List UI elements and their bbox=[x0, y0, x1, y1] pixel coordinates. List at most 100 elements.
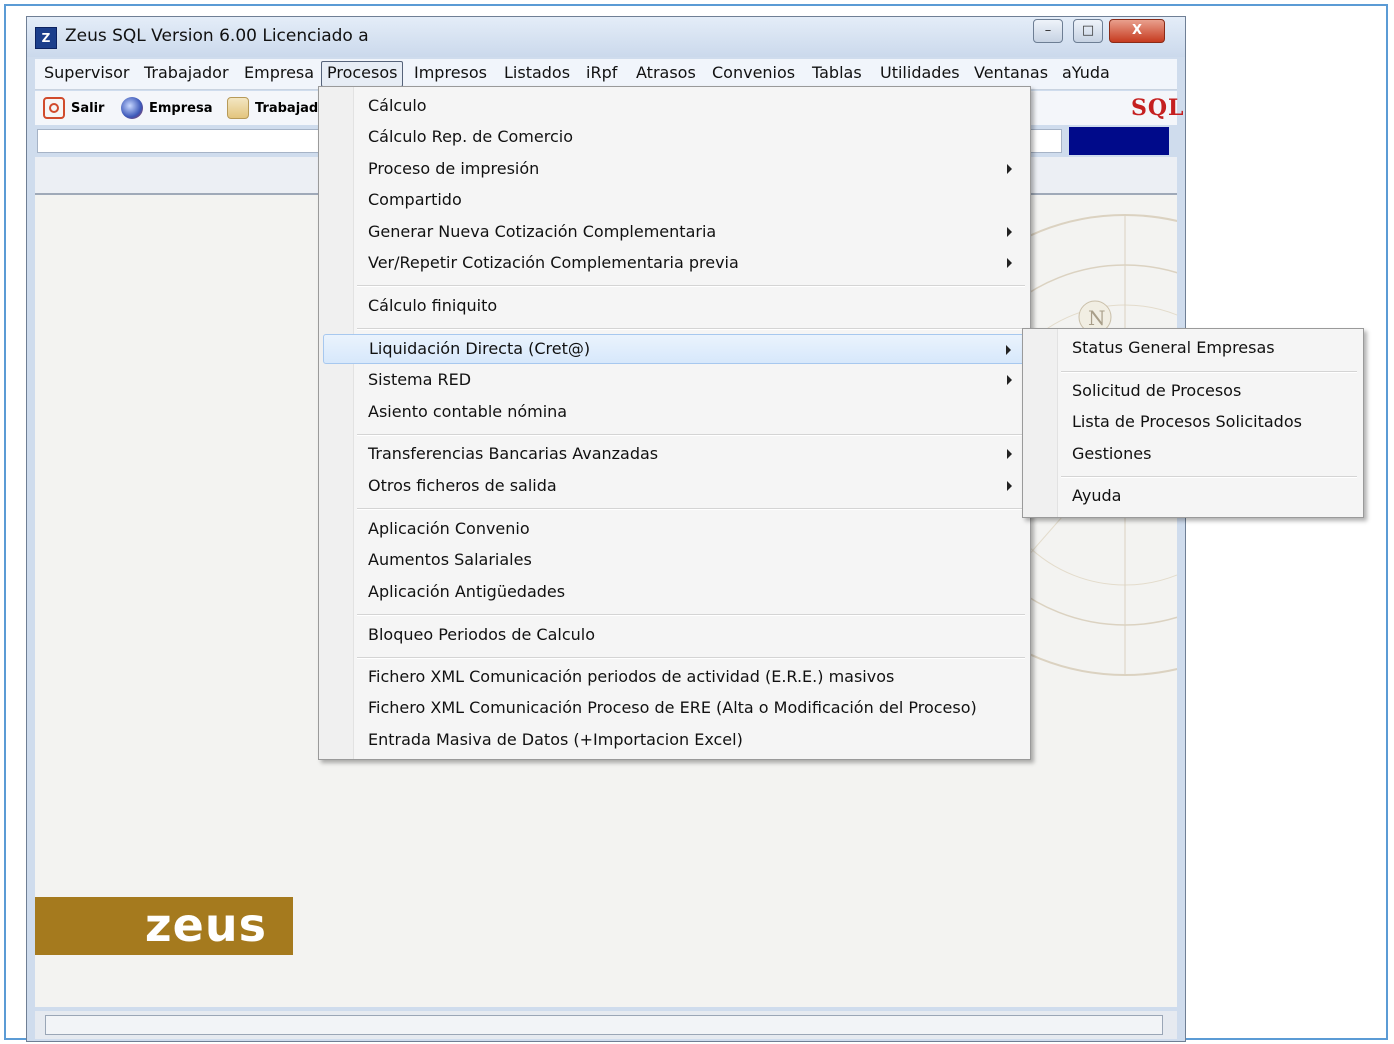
menu-item-proceso-impresion[interactable]: Proceso de impresión bbox=[323, 154, 1026, 184]
menu-tablas[interactable]: Tablas bbox=[807, 61, 867, 85]
menu-empresa[interactable]: Empresa bbox=[239, 61, 319, 85]
liquidacion-submenu: Status General Empresas Solicitud de Pro… bbox=[1022, 328, 1364, 518]
title-bar: Z Zeus SQL Version 6.00 Licenciado a – □… bbox=[27, 17, 1185, 57]
menu-item-calculo-rep-comercio[interactable]: Cálculo Rep. de Comercio bbox=[323, 122, 1026, 152]
worker-icon bbox=[227, 97, 249, 119]
menu-item-transferencias-bancarias[interactable]: Transferencias Bancarias Avanzadas bbox=[323, 439, 1026, 469]
empresa-button[interactable]: Empresa bbox=[121, 95, 212, 121]
maximize-button[interactable]: □ bbox=[1073, 19, 1103, 43]
menu-item-aumentos-salariales[interactable]: Aumentos Salariales bbox=[323, 545, 1026, 575]
submenu-item-ayuda[interactable]: Ayuda bbox=[1027, 481, 1359, 511]
menu-item-label: Aplicación Convenio bbox=[368, 519, 530, 538]
salir-label: Salir bbox=[71, 100, 105, 116]
submenu-item-label: Ayuda bbox=[1072, 486, 1122, 505]
menu-item-generar-cotizacion[interactable]: Generar Nueva Cotización Complementaria bbox=[323, 217, 1026, 247]
trabajador-button[interactable]: Trabajad bbox=[227, 95, 318, 121]
procesos-dropdown: Cálculo Cálculo Rep. de Comercio Proceso… bbox=[318, 86, 1031, 760]
menu-trabajador[interactable]: Trabajador bbox=[139, 61, 234, 85]
menu-listados[interactable]: Listados bbox=[499, 61, 575, 85]
submenu-arrow-icon bbox=[1007, 449, 1012, 459]
status-bar bbox=[35, 1011, 1177, 1039]
menu-ventanas[interactable]: Ventanas bbox=[969, 61, 1053, 85]
menu-item-label: Bloqueo Periodos de Calculo bbox=[368, 625, 596, 644]
sql-logo: SQL bbox=[1131, 95, 1185, 121]
menu-item-label: Sistema RED bbox=[368, 370, 472, 389]
submenu-arrow-icon bbox=[1007, 227, 1012, 237]
menu-item-label: Fichero XML Comunicación Proceso de ERE … bbox=[368, 698, 977, 717]
empresa-label: Empresa bbox=[149, 100, 213, 116]
menu-item-xml-ere-masivos[interactable]: Fichero XML Comunicación periodos de act… bbox=[323, 662, 1026, 692]
submenu-arrow-icon bbox=[1006, 345, 1011, 355]
status-field bbox=[45, 1015, 1163, 1035]
menu-item-ver-repetir-cotizacion[interactable]: Ver/Repetir Cotización Complementaria pr… bbox=[323, 248, 1026, 278]
submenu-arrow-icon bbox=[1007, 481, 1012, 491]
menu-item-label: Aplicación Antigüedades bbox=[368, 582, 566, 601]
submenu-arrow-icon bbox=[1007, 164, 1012, 174]
menu-separator bbox=[357, 508, 1025, 510]
power-icon bbox=[43, 97, 65, 119]
submenu-arrow-icon bbox=[1007, 375, 1012, 385]
close-button[interactable]: X bbox=[1109, 19, 1165, 43]
globe-icon bbox=[121, 97, 143, 119]
menu-item-label: Asiento contable nómina bbox=[368, 402, 568, 421]
menu-item-label: Aumentos Salariales bbox=[368, 550, 532, 569]
menu-item-label: Transferencias Bancarias Avanzadas bbox=[368, 444, 659, 463]
submenu-item-lista-procesos[interactable]: Lista de Procesos Solicitados bbox=[1027, 407, 1359, 437]
minimize-button[interactable]: – bbox=[1033, 19, 1063, 43]
menu-item-label: Fichero XML Comunicación periodos de act… bbox=[368, 667, 895, 686]
menu-item-liquidacion-directa[interactable]: Liquidación Directa (Cret@) bbox=[323, 334, 1026, 364]
menu-supervisor[interactable]: Supervisor bbox=[39, 61, 135, 85]
menu-item-aplicacion-convenio[interactable]: Aplicación Convenio bbox=[323, 514, 1026, 544]
menu-item-asiento-contable[interactable]: Asiento contable nómina bbox=[323, 397, 1026, 427]
menu-item-label: Entrada Masiva de Datos (+Importacion Ex… bbox=[368, 730, 743, 749]
menu-convenios[interactable]: Convenios bbox=[707, 61, 800, 85]
menu-separator bbox=[357, 328, 1025, 330]
menu-item-bloqueo-periodos[interactable]: Bloqueo Periodos de Calculo bbox=[323, 620, 1026, 650]
menu-utilidades[interactable]: Utilidades bbox=[875, 61, 965, 85]
menu-item-otros-ficheros[interactable]: Otros ficheros de salida bbox=[323, 471, 1026, 501]
sql-logo-text: SQL bbox=[1131, 95, 1185, 121]
trabajador-label: Trabajad bbox=[255, 100, 319, 116]
menu-procesos[interactable]: Procesos bbox=[321, 61, 404, 87]
app-icon: Z bbox=[35, 27, 57, 49]
menu-item-calculo-finiquito[interactable]: Cálculo finiquito bbox=[323, 291, 1026, 321]
menu-irpf[interactable]: iRpf bbox=[581, 61, 622, 85]
menu-item-label: Liquidación Directa (Cret@) bbox=[369, 339, 591, 358]
menu-separator bbox=[357, 657, 1025, 659]
menu-item-label: Cálculo Rep. de Comercio bbox=[368, 127, 573, 146]
menu-item-label: Ver/Repetir Cotización Complementaria pr… bbox=[368, 253, 739, 272]
submenu-item-label: Gestiones bbox=[1072, 444, 1152, 463]
window-title: Zeus SQL Version 6.00 Licenciado a bbox=[65, 26, 369, 46]
submenu-separator bbox=[1061, 476, 1357, 478]
svg-text:N: N bbox=[1088, 306, 1106, 330]
submenu-separator bbox=[1061, 371, 1357, 373]
menu-item-sistema-red[interactable]: Sistema RED bbox=[323, 365, 1026, 395]
salir-button[interactable]: Salir bbox=[43, 95, 104, 121]
menu-item-label: Generar Nueva Cotización Complementaria bbox=[368, 222, 717, 241]
status-color-box bbox=[1069, 127, 1169, 155]
menu-item-compartido[interactable]: Compartido bbox=[323, 185, 1026, 215]
menu-item-label: Otros ficheros de salida bbox=[368, 476, 557, 495]
menu-item-calculo[interactable]: Cálculo bbox=[323, 91, 1026, 121]
submenu-item-label: Status General Empresas bbox=[1072, 338, 1275, 357]
submenu-item-gestiones[interactable]: Gestiones bbox=[1027, 439, 1359, 469]
menu-atrasos[interactable]: Atrasos bbox=[631, 61, 701, 85]
menu-ayuda[interactable]: aYuda bbox=[1057, 61, 1115, 85]
menu-separator bbox=[357, 285, 1025, 287]
zeus-banner: zeus bbox=[35, 897, 293, 955]
submenu-item-solicitud-procesos[interactable]: Solicitud de Procesos bbox=[1027, 376, 1359, 406]
menu-item-aplicacion-antiguedades[interactable]: Aplicación Antigüedades bbox=[323, 577, 1026, 607]
menu-item-entrada-masiva[interactable]: Entrada Masiva de Datos (+Importacion Ex… bbox=[323, 725, 1026, 755]
submenu-item-label: Lista de Procesos Solicitados bbox=[1072, 412, 1302, 431]
menu-item-label: Cálculo finiquito bbox=[368, 296, 498, 315]
menu-separator bbox=[357, 434, 1025, 436]
submenu-arrow-icon bbox=[1007, 258, 1012, 268]
menu-item-label: Compartido bbox=[368, 190, 462, 209]
submenu-item-status-general[interactable]: Status General Empresas bbox=[1027, 333, 1359, 363]
submenu-item-label: Solicitud de Procesos bbox=[1072, 381, 1242, 400]
menu-separator bbox=[357, 614, 1025, 616]
menu-item-label: Cálculo bbox=[368, 96, 427, 115]
menu-item-label: Proceso de impresión bbox=[368, 159, 540, 178]
menu-item-xml-proceso-ere[interactable]: Fichero XML Comunicación Proceso de ERE … bbox=[323, 693, 1026, 723]
menu-impresos[interactable]: Impresos bbox=[409, 61, 492, 85]
